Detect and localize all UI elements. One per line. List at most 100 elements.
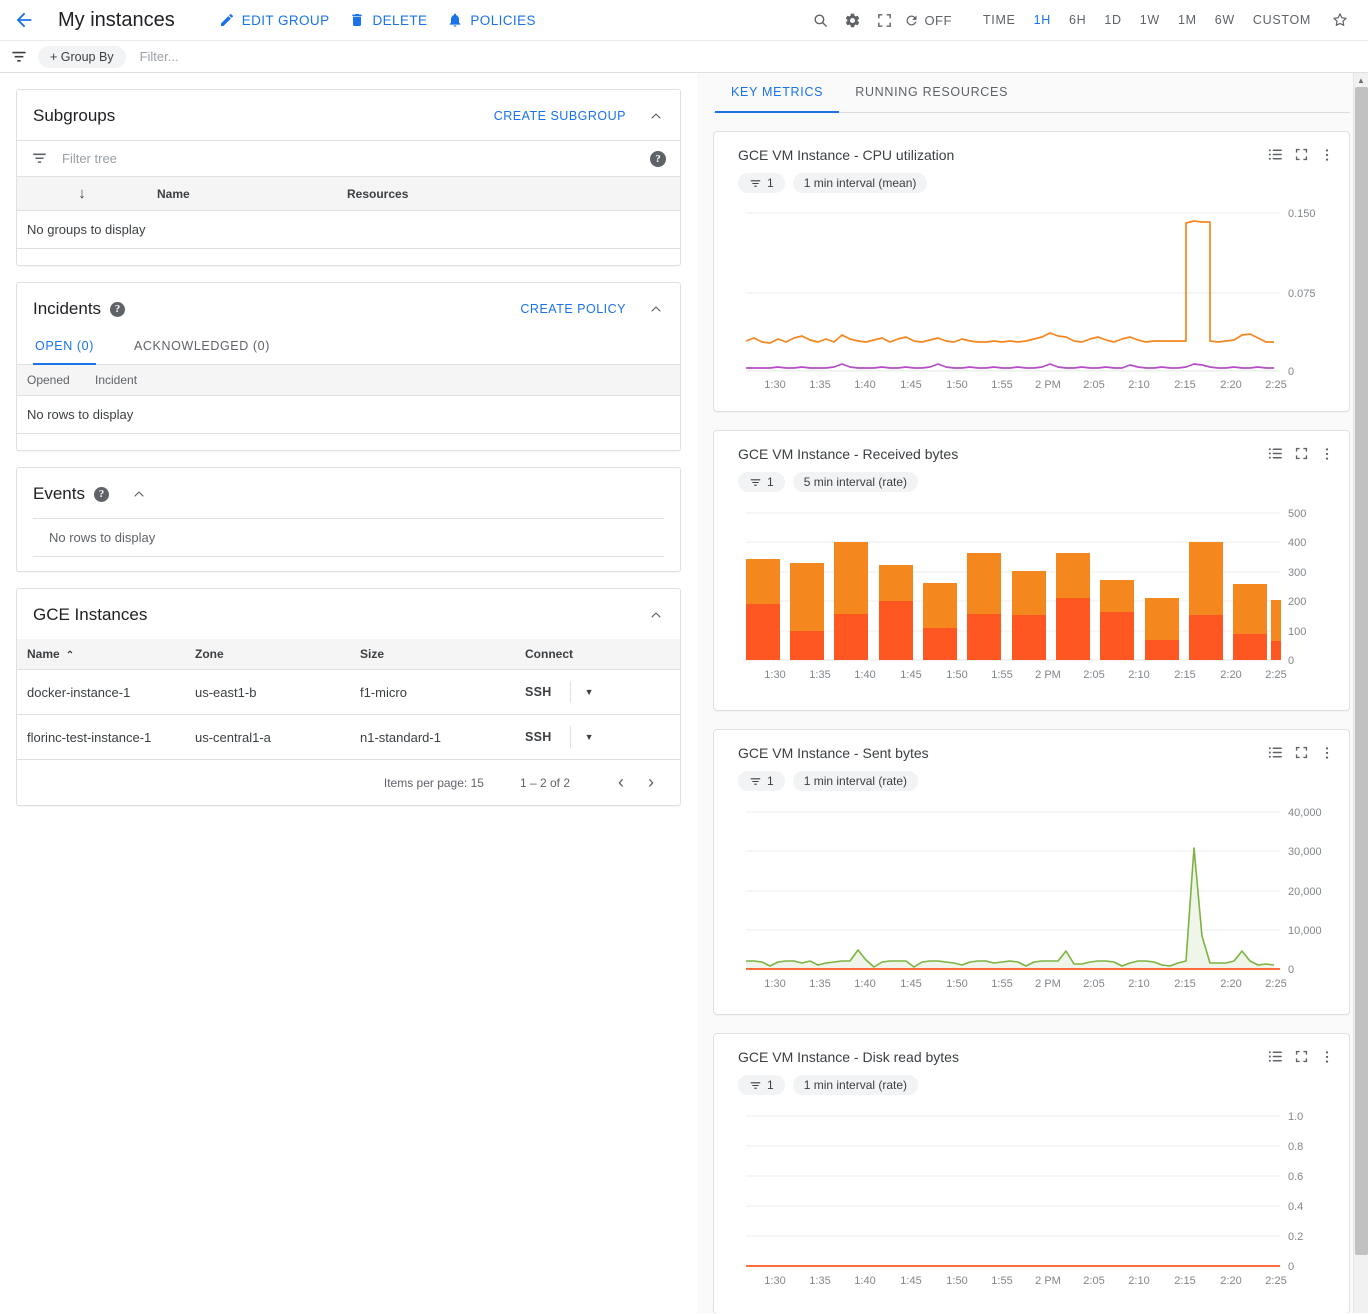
more-vert-icon[interactable] xyxy=(1319,1049,1335,1065)
tab-running-resources[interactable]: RUNNING RESOURCES xyxy=(839,73,1024,113)
svg-text:2:05: 2:05 xyxy=(1083,669,1104,681)
subgroups-col-sort[interactable]: ↓ xyxy=(17,177,147,211)
search-button[interactable] xyxy=(804,4,836,36)
group-by-chip[interactable]: + Group By xyxy=(38,46,126,68)
policies-button[interactable]: POLICIES xyxy=(437,6,545,34)
incidents-header: Incidents ? CREATE POLICY xyxy=(17,283,680,333)
chevron-left-icon[interactable]: ‹ xyxy=(606,772,636,793)
table-row[interactable]: florinc-test-instance-1 us-central1-a n1… xyxy=(17,715,680,760)
scrollbar-thumb[interactable] xyxy=(1355,87,1368,1255)
svg-text:2:25: 2:25 xyxy=(1265,978,1286,990)
gce-col-zone[interactable]: Zone xyxy=(185,639,350,670)
gce-row-size: n1-standard-1 xyxy=(350,715,515,760)
edit-group-button[interactable]: EDIT GROUP xyxy=(209,6,340,34)
filter-count-chip[interactable]: 1 xyxy=(738,472,785,492)
list-icon[interactable] xyxy=(1267,1048,1284,1065)
chart-plot-cpu-utilization: 0.150 0.075 0 1:30 1:35 1:40 1:45 1:50 1… xyxy=(728,201,1335,401)
incidents-col-incident[interactable]: Incident xyxy=(85,365,325,396)
expand-icon[interactable] xyxy=(1294,745,1309,760)
gce-col-size[interactable]: Size xyxy=(350,639,515,670)
range-1d[interactable]: 1D xyxy=(1095,9,1130,31)
svg-text:1:50: 1:50 xyxy=(946,1275,967,1287)
create-policy-button[interactable]: CREATE POLICY xyxy=(520,302,626,316)
more-vert-icon[interactable] xyxy=(1319,745,1335,761)
filter-input[interactable]: Filter... xyxy=(140,49,1358,64)
filter-count-chip[interactable]: 1 xyxy=(738,771,785,791)
expand-icon[interactable] xyxy=(1294,446,1309,461)
range-custom[interactable]: CUSTOM xyxy=(1244,9,1320,31)
chart-icons xyxy=(1267,1048,1335,1065)
auto-refresh-toggle[interactable]: OFF xyxy=(900,9,960,32)
incidents-collapse-button[interactable] xyxy=(648,301,664,317)
tab-open-incidents[interactable]: OPEN (0) xyxy=(33,333,96,365)
help-icon[interactable]: ? xyxy=(110,302,125,317)
tab-acknowledged-incidents[interactable]: ACKNOWLEDGED (0) xyxy=(132,333,272,365)
subgroups-col-resources[interactable]: Resources xyxy=(337,177,680,211)
delete-button[interactable]: DELETE xyxy=(339,6,437,34)
help-icon[interactable]: ? xyxy=(650,151,666,167)
items-per-page[interactable]: Items per page: 15 xyxy=(384,776,484,790)
settings-button[interactable] xyxy=(836,4,868,36)
chevron-down-icon[interactable]: ▼ xyxy=(585,732,594,742)
list-icon[interactable] xyxy=(1267,445,1284,462)
subgroups-col-name[interactable]: Name xyxy=(147,177,337,211)
vertical-scrollbar[interactable]: ▲ xyxy=(1353,73,1368,1313)
list-icon[interactable] xyxy=(1267,744,1284,761)
gear-icon xyxy=(844,12,861,29)
interval-chip[interactable]: 1 min interval (rate) xyxy=(793,1075,918,1095)
svg-text:1:40: 1:40 xyxy=(854,978,875,990)
gce-row-size: f1-micro xyxy=(350,670,515,715)
filter-count-chip[interactable]: 1 xyxy=(738,173,785,193)
incidents-col-opened[interactable]: Opened xyxy=(17,365,85,396)
expand-icon[interactable] xyxy=(1294,147,1309,162)
range-1m[interactable]: 1M xyxy=(1169,9,1206,31)
ssh-button[interactable]: SSH xyxy=(525,685,552,699)
ssh-button[interactable]: SSH xyxy=(525,730,552,744)
expand-icon[interactable] xyxy=(1294,1049,1309,1064)
fullscreen-button[interactable] xyxy=(868,4,900,36)
table-row[interactable]: docker-instance-1 us-east1-b f1-micro SS… xyxy=(17,670,680,715)
incidents-card: Incidents ? CREATE POLICY OPEN (0) ACKNO… xyxy=(16,282,681,451)
gce-row-zone: us-central1-a xyxy=(185,715,350,760)
chart-header: GCE VM Instance - Sent bytes xyxy=(728,744,1335,761)
incidents-empty-row: No rows to display xyxy=(17,396,680,434)
appbar-right-controls: OFF TIME 1H 6H 1D 1W 1M 6W CUSTOM xyxy=(804,4,1356,36)
back-button[interactable] xyxy=(10,6,38,34)
svg-text:0.6: 0.6 xyxy=(1288,1171,1303,1183)
filter-count-chip[interactable]: 1 xyxy=(738,1075,785,1095)
filter-icon xyxy=(749,1079,762,1092)
favorite-button[interactable] xyxy=(1324,4,1356,36)
events-collapse-button[interactable] xyxy=(131,486,147,502)
create-subgroup-button[interactable]: CREATE SUBGROUP xyxy=(494,109,626,123)
subgroups-collapse-button[interactable] xyxy=(648,108,664,124)
range-6w[interactable]: 6W xyxy=(1206,9,1244,31)
list-icon[interactable] xyxy=(1267,146,1284,163)
chevron-right-icon[interactable]: › xyxy=(636,772,666,793)
scroll-up-arrow-icon[interactable]: ▲ xyxy=(1354,73,1368,87)
gce-instances-collapse-button[interactable] xyxy=(648,607,664,623)
svg-text:1:30: 1:30 xyxy=(764,1275,785,1287)
gce-row-zone: us-east1-b xyxy=(185,670,350,715)
more-vert-icon[interactable] xyxy=(1319,147,1335,163)
more-vert-icon[interactable] xyxy=(1319,446,1335,462)
svg-text:2:20: 2:20 xyxy=(1220,669,1241,681)
svg-text:2:20: 2:20 xyxy=(1220,978,1241,990)
filter-tree-input[interactable]: Filter tree xyxy=(62,151,650,166)
interval-chip[interactable]: 1 min interval (rate) xyxy=(793,771,918,791)
interval-chip[interactable]: 1 min interval (mean) xyxy=(793,173,928,193)
chevron-up-icon xyxy=(648,301,664,317)
svg-text:0: 0 xyxy=(1288,1261,1294,1273)
gce-col-connect[interactable]: Connect xyxy=(515,639,680,670)
range-1h[interactable]: 1H xyxy=(1025,9,1060,31)
interval-chip[interactable]: 5 min interval (rate) xyxy=(793,472,918,492)
range-6h[interactable]: 6H xyxy=(1060,9,1095,31)
svg-text:0.075: 0.075 xyxy=(1288,288,1316,300)
range-1w[interactable]: 1W xyxy=(1131,9,1169,31)
chevron-down-icon[interactable]: ▼ xyxy=(585,687,594,697)
gce-col-name[interactable]: Name⌃ xyxy=(17,639,185,670)
chart-header: GCE VM Instance - Received bytes xyxy=(728,445,1335,462)
help-icon[interactable]: ? xyxy=(94,487,109,502)
chart-chips: 1 5 min interval (rate) xyxy=(738,472,1335,492)
tab-key-metrics[interactable]: KEY METRICS xyxy=(715,73,839,113)
disk-read-bytes-svg: 1.0 0.8 0.6 0.4 0.2 0 1:30 1:35 1:40 1:4… xyxy=(728,1103,1333,1298)
